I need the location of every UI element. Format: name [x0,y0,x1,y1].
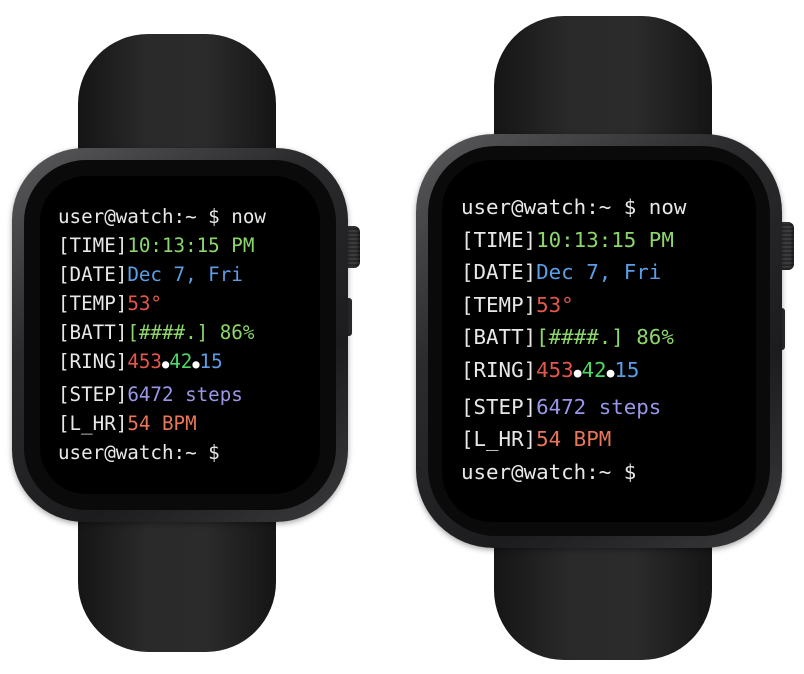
time-tag: [TIME] [461,227,537,252]
date-tag: [DATE] [461,260,537,285]
terminal-prompt-end: user@watch:~ $ [58,440,220,464]
date-row: [DATE]Dec 7, Fri [58,260,320,289]
watch-screen[interactable]: user@watch:~ $ now [TIME]10:13:15 PM [DA… [40,176,320,494]
battery-row: [BATT][####.] 86% [58,318,320,347]
battery-value: [####.] 86% [127,321,255,345]
temp-value: 53° [536,292,574,317]
ring-separator-dot: ● [573,365,582,381]
ring-move-value: 453 [536,357,574,382]
ring-row: [RING]453●42●15 [58,347,320,379]
steps-value: 6472 steps [127,382,243,406]
time-row: [TIME]10:13:15 PM [461,224,756,257]
ring-separator-dot: ● [192,357,200,372]
time-value: 10:13:15 PM [127,234,255,258]
date-value: Dec 7, Fri [127,263,243,287]
terminal-prompt-command: user@watch:~ $ now [461,195,687,219]
ring-tag: [RING] [58,350,128,374]
temp-row: [TEMP]53° [461,289,756,322]
time-value: 10:13:15 PM [536,227,674,252]
heart-rate-tag: [L_HR] [58,411,128,435]
terminal-prompt-command: user@watch:~ $ now [58,205,266,228]
watch-band-bottom [78,500,276,652]
battery-tag: [BATT] [58,321,128,345]
heart-rate-value: 54 BPM [536,427,612,452]
ring-stand-value: 15 [614,357,640,382]
ring-exercise-value: 42 [169,350,193,374]
steps-tag: [STEP] [58,382,128,406]
time-tag: [TIME] [58,234,128,258]
temp-tag: [TEMP] [461,292,537,317]
battery-tag: [BATT] [461,325,537,350]
ring-row: [RING]453●42●15 [461,354,756,391]
battery-value: [####.] 86% [536,325,674,350]
steps-value: 6472 steps [536,394,662,419]
heart-rate-value: 54 BPM [127,411,197,435]
battery-row: [BATT][####.] 86% [461,321,756,354]
steps-row: [STEP]6472 steps [58,380,320,409]
date-row: [DATE]Dec 7, Fri [461,256,756,289]
ring-stand-value: 15 [199,350,223,374]
temp-tag: [TEMP] [58,292,128,316]
heart-rate-row: [L_HR]54 BPM [58,409,320,438]
date-value: Dec 7, Fri [536,260,662,285]
temp-row: [TEMP]53° [58,289,320,318]
steps-row: [STEP]6472 steps [461,391,756,424]
terminal-prompt-end: user@watch:~ $ [461,459,637,484]
date-tag: [DATE] [58,263,128,287]
steps-tag: [STEP] [461,394,537,419]
ring-move-value: 453 [127,350,162,374]
heart-rate-row: [L_HR]54 BPM [461,423,756,456]
ring-tag: [RING] [461,357,537,382]
time-row: [TIME]10:13:15 PM [58,231,320,260]
ring-exercise-value: 42 [581,357,607,382]
watch-screen[interactable]: user@watch:~ $ now [TIME]10:13:15 PM [DA… [442,160,756,522]
heart-rate-tag: [L_HR] [461,427,537,452]
temp-value: 53° [127,292,162,316]
